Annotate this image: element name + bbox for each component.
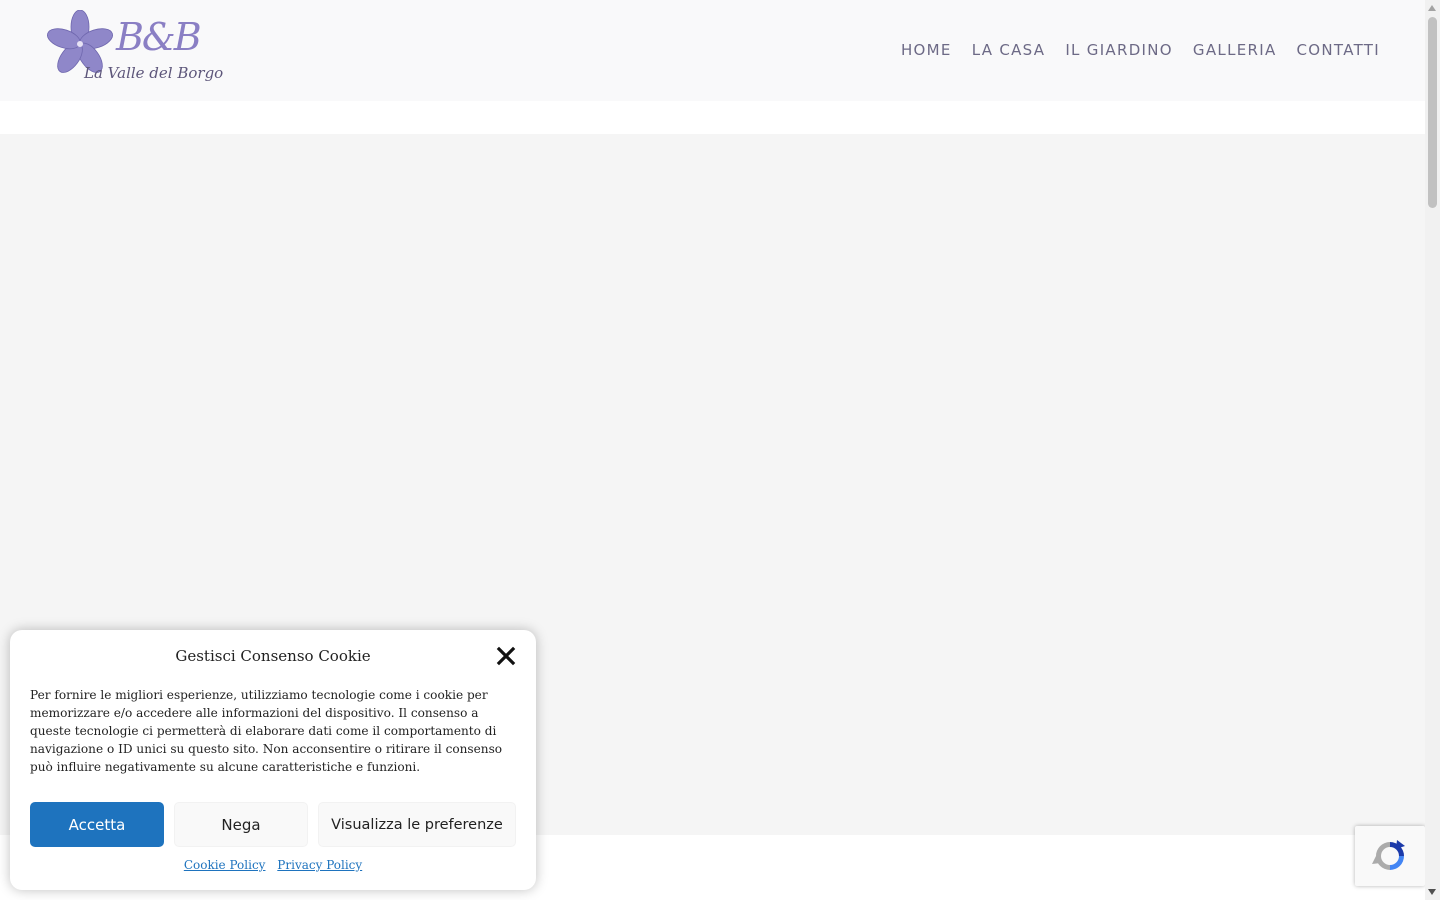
recaptcha-icon — [1372, 840, 1405, 870]
logo-subtitle: La Valle del Borgo — [84, 64, 224, 82]
nav-item-il-giardino[interactable]: IL GIARDINO — [1065, 40, 1173, 60]
site-logo[interactable]: B&B La Valle del Borgo — [44, 10, 224, 90]
header-spacer — [0, 101, 1425, 134]
nav-item-home[interactable]: HOME — [901, 40, 952, 60]
nav-item-contatti[interactable]: CONTATTI — [1297, 40, 1380, 60]
cookie-dialog-title: Gestisci Consenso Cookie — [175, 647, 371, 665]
privacy-policy-link[interactable]: Privacy Policy — [277, 858, 362, 872]
cookie-policy-link[interactable]: Cookie Policy — [184, 858, 266, 872]
site-header: B&B La Valle del Borgo HOME LA CASA IL G… — [0, 0, 1425, 101]
close-icon[interactable] — [496, 646, 516, 666]
logo-brand: B&B — [116, 15, 202, 59]
page-scrollbar[interactable] — [1425, 0, 1440, 900]
main-nav: HOME LA CASA IL GIARDINO GALLERIA CONTAT… — [881, 40, 1380, 60]
page: B&B La Valle del Borgo HOME LA CASA IL G… — [0, 0, 1440, 900]
recaptcha-badge[interactable] — [1355, 826, 1425, 886]
view-preferences-button[interactable]: Visualizza le preferenze — [318, 802, 516, 847]
scroll-up-icon[interactable] — [1428, 5, 1436, 11]
nav-item-galleria[interactable]: GALLERIA — [1193, 40, 1277, 60]
scroll-down-icon[interactable] — [1428, 889, 1436, 895]
accept-button[interactable]: Accetta — [30, 802, 164, 847]
cookie-message: Per fornire le migliori esperienze, util… — [30, 688, 503, 774]
cookie-links: Cookie Policy Privacy Policy — [10, 857, 536, 873]
deny-button[interactable]: Nega — [174, 802, 308, 847]
cookie-consent-dialog: Gestisci Consenso Cookie Per fornire le … — [10, 630, 536, 890]
nav-item-la-casa[interactable]: LA CASA — [972, 40, 1046, 60]
scroll-thumb[interactable] — [1428, 17, 1437, 208]
